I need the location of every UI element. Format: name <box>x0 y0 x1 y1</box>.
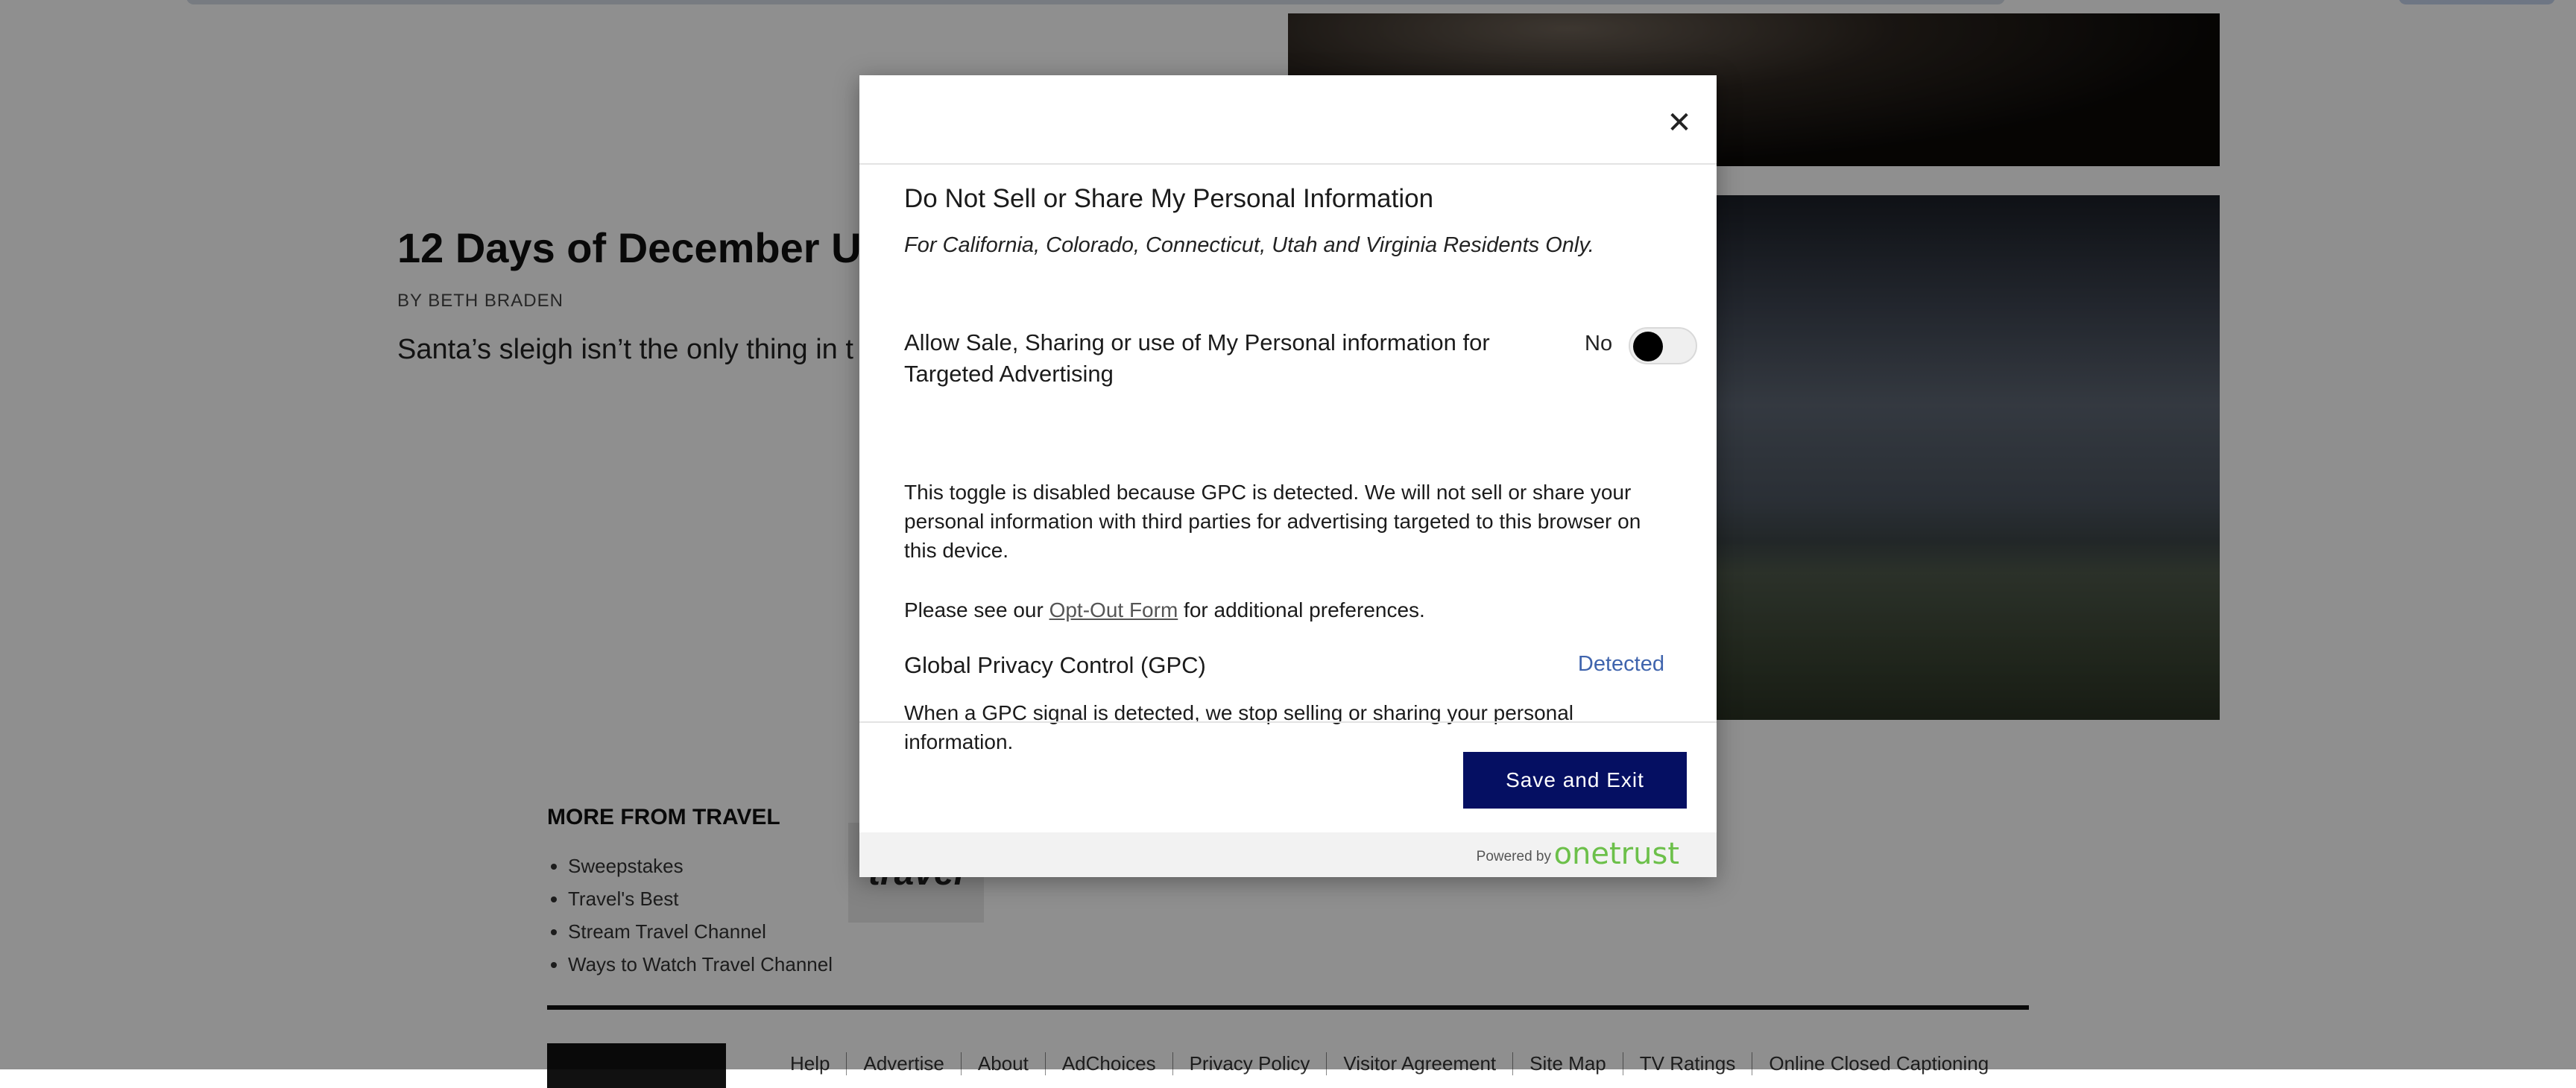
gpc-description: When a GPC signal is detected, we stop s… <box>904 701 1574 753</box>
gpc-title: Global Privacy Control (GPC) <box>904 652 1206 678</box>
targeted-ads-toggle[interactable] <box>1629 327 1697 364</box>
powered-by-bar: Powered by onetrust <box>859 832 1717 877</box>
save-and-exit-button[interactable]: Save and Exit <box>1463 752 1687 809</box>
section-subtitle: For California, Colorado, Connecticut, U… <box>904 233 1594 257</box>
gpc-disabled-notice: This toggle is disabled because GPC is d… <box>904 481 1641 562</box>
opt-out-prefix: Please see our <box>904 598 1049 622</box>
modal-footer-divider <box>859 721 1717 723</box>
toggle-knob <box>1633 332 1663 361</box>
gpc-status: Detected <box>1577 652 1664 676</box>
opt-out-suffix: for additional preferences. <box>1178 598 1425 622</box>
opt-out-paragraph: Please see our Opt-Out Form for addition… <box>904 595 1650 624</box>
powered-by-text: Powered by <box>1476 849 1551 864</box>
section-title: Do Not Sell or Share My Personal Informa… <box>904 184 1434 213</box>
toggle-state-text: No <box>1585 332 1613 355</box>
modal-divider <box>859 163 1717 165</box>
privacy-preferences-modal: ✕ Do Not Sell or Share My Personal Infor… <box>859 75 1717 877</box>
opt-out-form-link[interactable]: Opt-Out Form <box>1049 598 1178 622</box>
close-icon[interactable]: ✕ <box>1664 108 1694 138</box>
targeted-ads-toggle-label: Allow Sale, Sharing or use of My Persona… <box>904 329 1490 387</box>
onetrust-logo[interactable]: onetrust <box>1554 837 1679 871</box>
